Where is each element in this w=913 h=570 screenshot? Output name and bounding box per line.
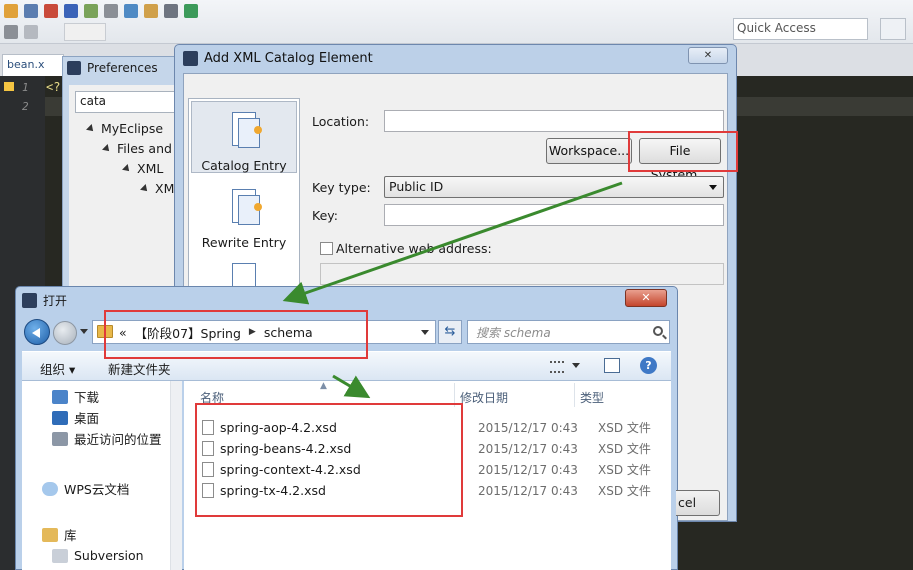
annotation-arrows — [282, 181, 623, 399]
arrow-to-files — [332, 374, 371, 399]
arrow-to-path — [282, 181, 623, 305]
